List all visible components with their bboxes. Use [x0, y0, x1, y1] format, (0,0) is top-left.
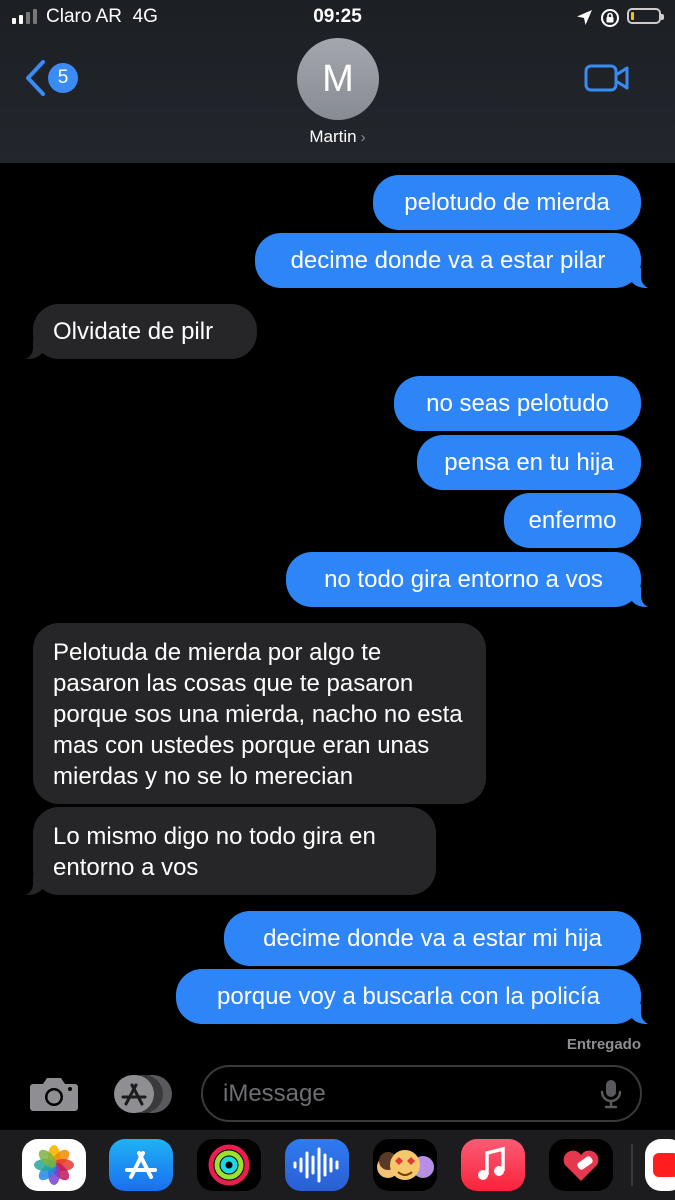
received-message[interactable]: Lo mismo digo no todo gira en entorno a …	[19, 807, 436, 896]
audio-message-icon[interactable]	[285, 1139, 349, 1191]
message-input[interactable]: iMessage	[201, 1065, 642, 1122]
camera-icon[interactable]	[29, 1076, 79, 1112]
delivery-status: Entregado	[566, 1036, 641, 1053]
received-message[interactable]: Olvidate de pilr	[19, 304, 257, 360]
sent-message[interactable]: porque voy a buscarla con la policía	[176, 969, 655, 1025]
photos-icon[interactable]	[22, 1139, 86, 1191]
location-arrow-icon	[577, 10, 592, 25]
sent-message[interactable]: pelotudo de mierda	[373, 175, 641, 230]
sent-message[interactable]: pensa en tu hija	[417, 435, 641, 490]
microphone-icon[interactable]	[600, 1079, 622, 1109]
facetime-video-icon[interactable]	[584, 62, 630, 94]
battery-icon	[627, 8, 664, 24]
sent-message[interactable]: no seas pelotudo	[394, 376, 641, 431]
imessage-app-drawer	[0, 1130, 675, 1200]
partial-app-icon[interactable]	[645, 1139, 675, 1191]
rotation-lock-icon	[601, 9, 619, 27]
drawer-divider	[631, 1144, 633, 1186]
chevron-right-icon: ›	[360, 129, 366, 146]
conversation-header: Claro AR 4G 09:25 5 M Martin ›	[0, 0, 675, 163]
sent-message[interactable]: decime donde va a estar pilar	[255, 233, 655, 289]
back-button[interactable]: 5	[24, 58, 84, 98]
contact-avatar[interactable]: M	[297, 38, 379, 120]
contact-name[interactable]: Martin ›	[0, 127, 675, 147]
app-store-button-icon[interactable]	[112, 1073, 172, 1115]
sent-message[interactable]: decime donde va a estar mi hija	[224, 911, 641, 966]
received-message[interactable]: Pelotuda de mierda por algo te pasaron l…	[33, 623, 486, 804]
activity-icon[interactable]	[197, 1139, 261, 1191]
sent-message[interactable]: no todo gira entorno a vos	[286, 552, 655, 608]
memoji-icon[interactable]	[373, 1139, 437, 1191]
chevron-left-icon	[26, 60, 45, 96]
status-time: 09:25	[313, 6, 362, 27]
music-icon[interactable]	[461, 1139, 525, 1191]
unread-count-badge: 5	[48, 63, 78, 93]
heart-sticker-icon[interactable]	[549, 1139, 613, 1191]
message-input-placeholder: iMessage	[223, 1080, 326, 1107]
app-store-icon[interactable]	[109, 1139, 173, 1191]
sent-message[interactable]: enfermo	[504, 493, 641, 548]
